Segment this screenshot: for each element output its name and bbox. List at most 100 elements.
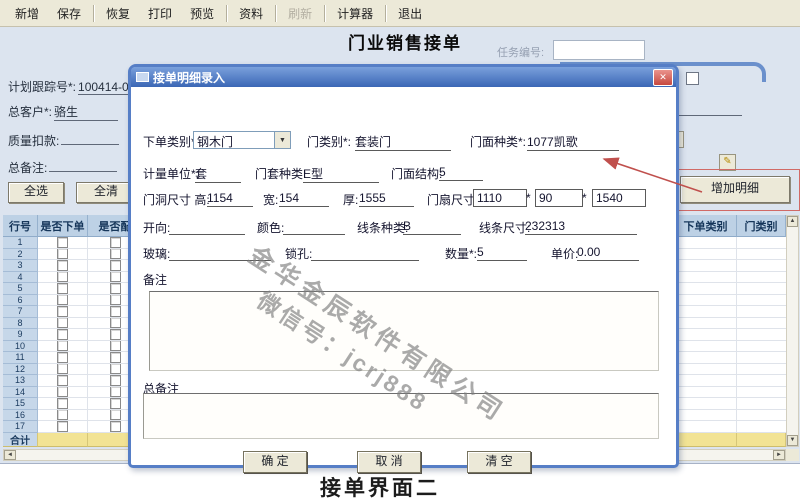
ordered-checkbox[interactable] [57, 249, 68, 260]
row-number: 7 [3, 306, 38, 318]
scroll-up-icon[interactable]: ▲ [787, 216, 798, 227]
toolbar-new-button[interactable]: 新增 [6, 2, 48, 25]
col-header-door-category[interactable]: 门类别 [737, 215, 786, 237]
ordered-checkbox[interactable] [57, 364, 68, 375]
ordered-checkbox[interactable] [57, 410, 68, 421]
lock-hole-field[interactable] [311, 245, 419, 261]
row-number: 8 [3, 318, 38, 330]
dialog-window-icon [136, 72, 149, 82]
ordered-checkbox[interactable] [57, 283, 68, 294]
ordered-checkbox[interactable] [57, 421, 68, 432]
leaf-height-input[interactable]: 90 [535, 189, 583, 207]
face-type-field[interactable]: 1077凯歌 [527, 133, 619, 151]
unit-field[interactable]: 套 [195, 165, 241, 183]
allocated-checkbox[interactable] [110, 237, 121, 248]
col-header-ordered[interactable]: 是否下单 [38, 215, 88, 237]
allocated-checkbox[interactable] [110, 398, 121, 409]
row-number: 9 [3, 329, 38, 341]
allocated-checkbox[interactable] [110, 260, 121, 271]
frame-type-field[interactable]: E型 [303, 165, 379, 183]
hole-width-field[interactable]: 154 [279, 191, 329, 207]
door-category-field[interactable]: 套装门 [355, 133, 451, 151]
leaf-width-input[interactable]: 1110 [473, 189, 527, 207]
row-number: 6 [3, 295, 38, 307]
allocated-checkbox[interactable] [110, 421, 121, 432]
deduction-value[interactable] [61, 130, 119, 145]
allocated-checkbox[interactable] [110, 387, 121, 398]
allocated-checkbox[interactable] [110, 410, 121, 421]
ordered-checkbox[interactable] [57, 295, 68, 306]
col-header-row-no[interactable]: 行号 [3, 215, 38, 237]
ok-button[interactable]: 确 定 [243, 451, 307, 473]
ordered-checkbox[interactable] [57, 341, 68, 352]
color-field[interactable] [283, 219, 345, 235]
quantity-field[interactable]: 5 [477, 245, 527, 261]
allocated-checkbox[interactable] [110, 341, 121, 352]
chevron-down-icon[interactable]: ▼ [274, 132, 290, 148]
order-category-value: 钢木门 [194, 132, 274, 148]
task-no-input[interactable] [553, 40, 645, 60]
hole-thickness-field[interactable]: 1555 [359, 191, 414, 207]
toolbar-preview-button[interactable]: 预览 [181, 2, 223, 25]
allocated-checkbox[interactable] [110, 375, 121, 386]
line-type-field[interactable]: B [403, 219, 461, 235]
ordered-checkbox[interactable] [57, 237, 68, 248]
open-direction-field[interactable] [169, 219, 245, 235]
face-structure-field[interactable]: 5 [439, 165, 483, 181]
face-structure-label: 门面结构: [391, 165, 442, 182]
row-number: 11 [3, 352, 38, 364]
dialog-title-bar[interactable]: 接单明细录入 ✕ [131, 67, 676, 87]
leaf-thickness-input[interactable]: 1540 [592, 189, 646, 207]
toolbar-calculator-button[interactable]: 计算器 [328, 2, 382, 25]
allocated-checkbox[interactable] [110, 272, 121, 283]
unit-price-field[interactable]: 0.00 [577, 245, 639, 261]
allocated-checkbox[interactable] [110, 352, 121, 363]
ordered-checkbox[interactable] [57, 387, 68, 398]
ordered-checkbox[interactable] [57, 260, 68, 271]
scroll-right-icon[interactable]: ► [773, 450, 785, 460]
select-all-button[interactable]: 全选 [8, 182, 64, 203]
total-remark-field: 总备注: [8, 157, 130, 176]
allocated-checkbox[interactable] [110, 329, 121, 340]
ordered-checkbox[interactable] [57, 329, 68, 340]
ordered-checkbox[interactable] [57, 375, 68, 386]
toolbar-data-button[interactable]: 资料 [230, 2, 272, 25]
clear-button[interactable]: 清 空 [467, 451, 531, 473]
scroll-down-icon[interactable]: ▼ [787, 435, 798, 446]
hole-height-field[interactable]: 1154 [207, 191, 253, 207]
order-category-select[interactable]: 钢木门 ▼ [193, 131, 291, 149]
scroll-left-icon[interactable]: ◄ [4, 450, 16, 460]
customer-value[interactable]: 骆生 [54, 103, 118, 121]
ordered-checkbox[interactable] [57, 398, 68, 409]
deduction-field: 质量扣款: [8, 130, 130, 149]
order-category-label: 下单类别*: [143, 133, 199, 150]
toolbar-restore-button[interactable]: 恢复 [97, 2, 139, 25]
total-remark-value[interactable] [49, 157, 117, 172]
clear-all-button[interactable]: 全清 [76, 182, 136, 203]
cancel-button[interactable]: 取 消 [357, 451, 421, 473]
allocated-checkbox[interactable] [110, 283, 121, 294]
ordered-checkbox[interactable] [57, 352, 68, 363]
allocated-checkbox[interactable] [110, 306, 121, 317]
ordered-checkbox[interactable] [57, 272, 68, 283]
toolbar-exit-button[interactable]: 退出 [389, 2, 431, 25]
allocated-checkbox[interactable] [110, 318, 121, 329]
flag-checkbox[interactable] [686, 72, 699, 85]
unit-label: 计量单位*: [143, 165, 199, 182]
remark-textarea[interactable] [149, 291, 659, 371]
total-remark-textarea[interactable] [143, 393, 659, 439]
col-header-order-category[interactable]: 下单类别 [675, 215, 737, 237]
plan-no-value[interactable]: 100414-001 [78, 80, 130, 95]
allocated-checkbox[interactable] [110, 364, 121, 375]
line-size-field[interactable]: 232313 [525, 219, 637, 235]
toolbar-save-button[interactable]: 保存 [48, 2, 90, 25]
allocated-checkbox[interactable] [110, 295, 121, 306]
hole-thickness-label: 厚: [343, 191, 358, 208]
glass-field[interactable] [169, 245, 271, 261]
close-icon[interactable]: ✕ [653, 69, 673, 86]
vertical-scrollbar[interactable]: ▲ ▼ [786, 215, 799, 447]
allocated-checkbox[interactable] [110, 249, 121, 260]
toolbar-print-button[interactable]: 打印 [139, 2, 181, 25]
ordered-checkbox[interactable] [57, 306, 68, 317]
ordered-checkbox[interactable] [57, 318, 68, 329]
